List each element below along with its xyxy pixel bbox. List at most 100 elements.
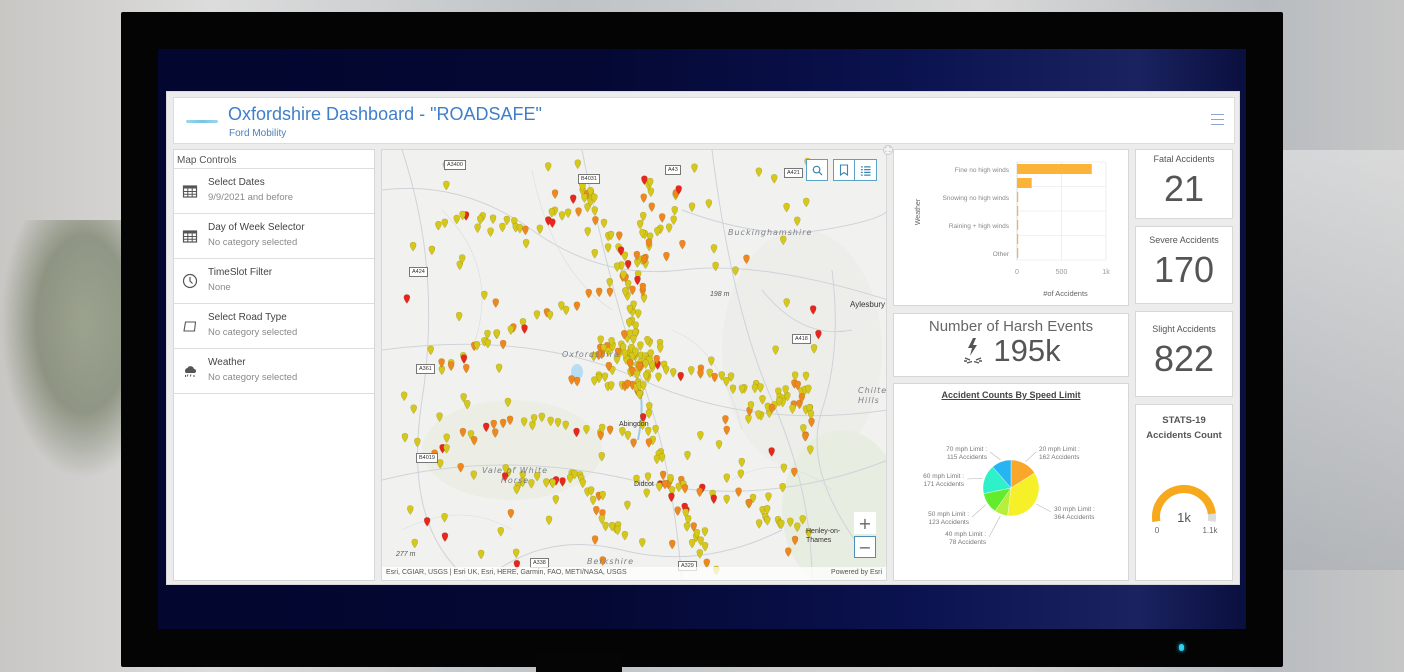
map-search-tool (806, 159, 828, 181)
bar (1017, 248, 1019, 258)
map-bookmarks-button[interactable] (833, 159, 855, 181)
accident-marker (443, 180, 450, 191)
kpi-title: Severe Accidents (1149, 235, 1219, 245)
kpi-slight-accidents: Slight Accidents 822 (1135, 311, 1233, 397)
accident-marker (516, 223, 524, 234)
accident-marker (630, 438, 637, 449)
accident-marker (619, 427, 626, 437)
accident-marker (477, 215, 484, 225)
accident-marker (701, 541, 709, 552)
accident-marker (723, 473, 731, 484)
accident-marker (591, 249, 599, 259)
pie-leader-line (1025, 451, 1037, 462)
accident-marker (691, 163, 698, 174)
accident-map[interactable]: A3400 B4031 A43 A421 A424 A418 A361 B401… (381, 149, 887, 581)
harsh-events-panel: Number of Harsh Events 195k (893, 313, 1129, 377)
accident-marker (493, 329, 501, 339)
accident-marker (701, 527, 709, 537)
accident-marker (765, 492, 772, 503)
stats19-gauge-panel: STATS-19 Accidents Count 1k 0 1.1k (1135, 404, 1233, 581)
powered-by-esri[interactable]: Powered by Esri (831, 569, 882, 576)
pie-label: 20 mph Limit : (1039, 446, 1080, 453)
place-label: Abingdon (619, 421, 649, 428)
expand-icon[interactable]: ⛶ (883, 145, 893, 155)
accident-marker (569, 194, 577, 205)
region-label: Buckinghamshire (728, 228, 813, 237)
accident-marker (794, 216, 801, 227)
attribution-text[interactable]: Esri, CGIAR, USGS | Esri UK, Esri, HERE,… (386, 569, 627, 576)
accident-marker (656, 482, 663, 492)
control-road-type[interactable]: Select Road Type No category selected (174, 304, 374, 349)
control-label: Select Road Type (208, 312, 287, 323)
accident-marker (584, 227, 591, 237)
accident-marker (669, 539, 676, 550)
accident-marker (564, 208, 572, 219)
map-legend-button[interactable] (855, 159, 877, 181)
speed-limit-chart-panel: Accident Counts By Speed Limit 20 mph Li… (893, 383, 1129, 581)
kpi-value: 21 (1163, 168, 1205, 209)
accident-marker (653, 454, 661, 465)
pie-leader-line (971, 504, 987, 518)
control-timeslot-filter[interactable]: TimeSlot Filter None (174, 259, 374, 304)
map-toolbar (833, 159, 877, 181)
road-label: A424 (409, 267, 428, 277)
accident-marker (401, 433, 409, 443)
accident-marker (770, 174, 778, 184)
accident-marker (659, 470, 667, 481)
y-tick-label: Fine no high winds (955, 167, 1010, 174)
accident-marker (552, 495, 560, 505)
accident-marker (687, 366, 695, 376)
accident-marker (710, 494, 718, 505)
accident-marker (732, 266, 739, 277)
legend-list-icon (860, 165, 871, 176)
accident-marker (499, 339, 507, 350)
control-select-dates[interactable]: Select Dates 9/9/2021 and before (174, 169, 374, 214)
control-day-of-week[interactable]: Day of Week Selector No category selecte… (174, 214, 374, 259)
accident-marker (453, 214, 460, 225)
accident-marker (737, 469, 745, 480)
accident-marker (671, 205, 678, 216)
monitor-frame: Oxfordshire Dashboard - "ROADSAFE" Ford … (121, 12, 1283, 667)
accident-marker (562, 305, 570, 316)
accident-marker (579, 478, 587, 489)
control-value: No category selected (208, 372, 298, 383)
speed-chart-title: Accident Counts By Speed Limit (941, 390, 1081, 400)
accident-marker (745, 498, 753, 509)
accident-marker (409, 241, 417, 252)
accident-marker (643, 488, 650, 499)
accident-marker (601, 372, 609, 383)
accident-marker (656, 343, 664, 354)
pie-leader-line (988, 515, 1001, 538)
x-tick-label: 500 (1056, 269, 1068, 276)
accident-marker (738, 457, 746, 468)
accident-marker (521, 324, 528, 335)
accident-marker (712, 261, 719, 272)
kpi-severe-accidents: Severe Accidents 170 (1135, 226, 1233, 304)
place-label: Aylesbury (850, 300, 885, 309)
accident-marker (574, 159, 582, 170)
accident-marker (600, 218, 608, 229)
accident-marker (522, 225, 529, 236)
accident-marker (573, 301, 581, 312)
road-label: A43 (665, 165, 681, 175)
accident-marker (655, 372, 662, 383)
bar (1017, 234, 1019, 244)
zoom-out-button[interactable]: − (854, 536, 876, 558)
control-weather[interactable]: Weather No category selected (174, 349, 374, 394)
accident-marker (441, 532, 449, 543)
accident-marker (435, 221, 442, 231)
zoom-in-button[interactable]: + (854, 512, 876, 534)
accident-marker (474, 223, 481, 234)
map-search-button[interactable] (806, 159, 828, 181)
pie-label: 115 Accidents (947, 454, 988, 461)
lightning-impact-icon (964, 338, 983, 364)
x-tick-label: 0 (1015, 269, 1019, 276)
region-label: Chiltern Hills (858, 386, 887, 405)
accident-marker (645, 438, 653, 448)
accident-marker (487, 227, 494, 238)
hamburger-menu-icon[interactable] (1211, 114, 1224, 125)
pie-leader-line (1036, 503, 1052, 513)
pie-label: 40 mph Limit : (945, 531, 986, 538)
bar (1017, 178, 1032, 188)
accident-marker (573, 376, 581, 387)
